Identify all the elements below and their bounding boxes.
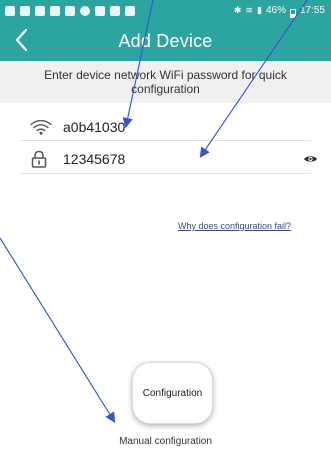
battery-percentage: 46% (265, 5, 286, 16)
wifi-ssid-row[interactable]: a0b41030 (29, 111, 330, 142)
configuration-instruction: Enter device network WiFi password for q… (0, 61, 331, 103)
notification-icon (80, 5, 90, 16)
configuration-button[interactable]: Configuration (132, 362, 213, 424)
wifi-status-icon: ≋ (245, 5, 253, 15)
annotation-arrow (0, 237, 116, 423)
system-status: ✱ ≋ ▮ 46% 17:55 (234, 0, 325, 21)
signal-icon: ▮ (257, 5, 262, 15)
notification-icon (20, 5, 30, 16)
password-visibility-toggle[interactable] (298, 147, 322, 171)
notification-icon (65, 5, 75, 16)
notification-icon (95, 5, 105, 16)
status-time: 17:55 (299, 5, 325, 16)
notification-icon (110, 5, 120, 16)
lock-icon (29, 148, 55, 170)
notification-icon (50, 5, 60, 16)
configuration-help-link[interactable]: Why does configuration fail? (178, 221, 291, 231)
app-header: Add Device (0, 21, 331, 61)
notification-icon (125, 5, 135, 16)
wifi-ssid-value: a0b41030 (63, 118, 126, 135)
status-bar: ✱ ≋ ▮ 46% 17:55 (0, 0, 331, 21)
password-divider (20, 173, 311, 174)
bluetooth-icon: ✱ (233, 5, 242, 15)
battery-icon (289, 8, 296, 18)
ssid-divider (20, 140, 311, 141)
manual-configuration-link[interactable]: Manual configuration (0, 435, 331, 449)
add-device-screen: ✱ ≋ ▮ 46% 17:55 Add Device Enter device … (0, 0, 331, 470)
wifi-password-value: 12345678 (63, 150, 126, 167)
page-title: Add Device (118, 31, 213, 51)
notification-icon (5, 5, 15, 16)
wifi-icon (29, 116, 55, 138)
notification-icons (5, 5, 135, 16)
instruction-text: Enter device network WiFi password for q… (44, 68, 287, 96)
notification-icon (35, 5, 45, 16)
eye-icon (303, 155, 317, 162)
wifi-password-field[interactable]: 12345678 (29, 143, 330, 174)
